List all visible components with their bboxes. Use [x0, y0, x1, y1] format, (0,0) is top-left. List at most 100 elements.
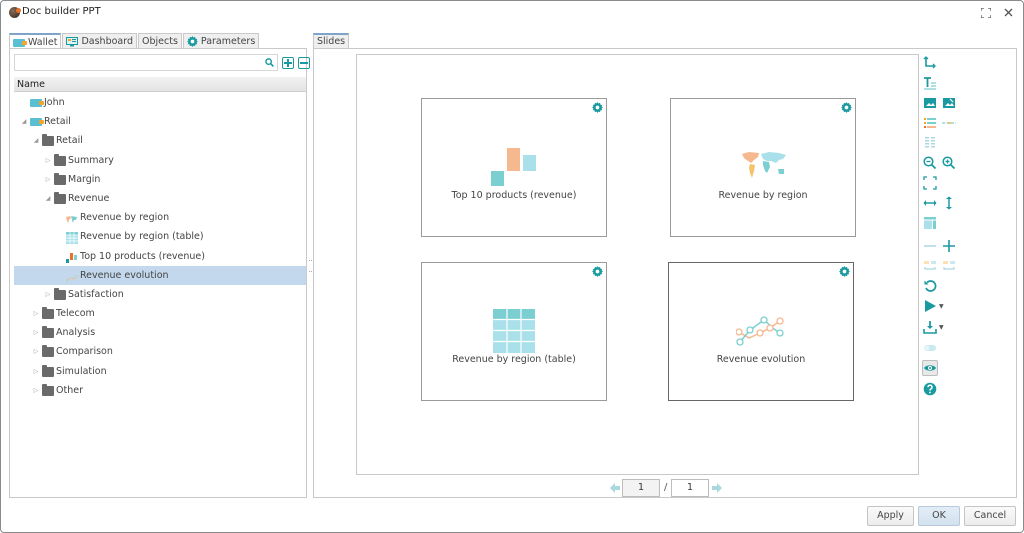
- slide-caption: Revenue by region (table): [452, 354, 576, 365]
- tree-column-header-name[interactable]: Name: [14, 77, 306, 92]
- ok-button[interactable]: OK: [918, 506, 960, 526]
- search-input[interactable]: [14, 54, 278, 71]
- tree-item-label: Analysis: [56, 327, 96, 339]
- swap-left-button[interactable]: [923, 259, 937, 273]
- title-bar: Doc builder PPT: [1, 1, 1023, 25]
- swap-right-button[interactable]: [942, 259, 956, 273]
- dashed-line-button[interactable]: [942, 116, 956, 130]
- expand-all-button[interactable]: [282, 57, 294, 69]
- download-dropdown-caret[interactable]: ▼: [939, 324, 944, 331]
- collapse-arrow-icon[interactable]: ◢: [44, 189, 52, 208]
- tree-item[interactable]: Top 10 products (revenue): [14, 247, 306, 266]
- tree-item-label: Retail: [44, 116, 71, 128]
- tree-item-label: Revenue by region: [80, 212, 170, 224]
- folder-icon: [42, 364, 54, 377]
- folder-icon: [42, 383, 54, 396]
- refresh-button[interactable]: [923, 279, 937, 293]
- collapse-arrow-icon[interactable]: ◢: [32, 131, 40, 150]
- tab-parameters[interactable]: Parameters: [182, 33, 260, 49]
- tree-item[interactable]: ◢ Retail: [14, 131, 306, 150]
- tree-item[interactable]: ▷ Other: [14, 381, 306, 400]
- zoom-in-icon: [942, 156, 956, 170]
- collapse-arrow-icon[interactable]: ◢: [20, 112, 28, 131]
- image-edit-button[interactable]: [942, 96, 956, 110]
- current-page-input[interactable]: 1: [622, 479, 660, 497]
- slide-card-revenue-evolution[interactable]: Revenue evolution: [668, 262, 854, 401]
- folder-icon: [54, 191, 66, 204]
- tab-objects[interactable]: Objects: [138, 33, 182, 49]
- tree-item-label: Revenue evolution: [80, 269, 169, 281]
- column-layout-icon: [925, 137, 935, 148]
- tab-slides[interactable]: Slides: [313, 33, 350, 49]
- maximize-button[interactable]: [979, 6, 993, 20]
- folder-icon: [42, 134, 54, 147]
- axes-button[interactable]: [923, 56, 937, 70]
- expand-arrow-icon[interactable]: ▷: [44, 151, 52, 170]
- add-button[interactable]: [942, 239, 956, 253]
- expand-arrow-icon[interactable]: ▷: [44, 285, 52, 304]
- tree-item[interactable]: ▷ Telecom: [14, 304, 306, 323]
- tree-item[interactable]: ◢ Revenue: [14, 189, 306, 208]
- tree-item-label: Summary: [68, 154, 114, 166]
- zoom-out-button[interactable]: [923, 156, 937, 170]
- preview-toggle-button[interactable]: [922, 360, 938, 376]
- fit-width-button[interactable]: [923, 196, 937, 210]
- slides-panel: Top 10 products (revenue) Revenue by reg…: [313, 48, 1017, 498]
- tree-item[interactable]: Revenue evolution: [14, 265, 306, 285]
- dashboard-icon: [66, 36, 79, 46]
- slide-settings-gear-icon[interactable]: [839, 266, 850, 277]
- close-button[interactable]: [1001, 6, 1015, 20]
- minus-icon: [924, 245, 936, 247]
- layout-button[interactable]: [923, 216, 937, 230]
- tree-item[interactable]: ▷ Summary: [14, 151, 306, 170]
- list-style-icon: [924, 118, 936, 128]
- bar-chart-icon: [66, 252, 78, 263]
- text-button[interactable]: [923, 76, 937, 90]
- expand-arrow-icon[interactable]: ▷: [32, 304, 40, 323]
- tree-item-label: Telecom: [56, 308, 95, 320]
- tree-item[interactable]: ▷ Analysis: [14, 323, 306, 342]
- slide-card-top-10-products[interactable]: Top 10 products (revenue): [421, 98, 607, 237]
- plus-icon: [943, 240, 955, 252]
- column-layout-button[interactable]: [923, 136, 937, 150]
- tab-dashboard[interactable]: Dashboard: [62, 33, 138, 49]
- map-australia: [778, 169, 784, 174]
- tree-item[interactable]: Revenue by region: [14, 208, 306, 227]
- search-icon[interactable]: [265, 58, 274, 67]
- cancel-button[interactable]: Cancel: [964, 506, 1016, 526]
- play-button[interactable]: [923, 299, 937, 313]
- expand-arrow-icon[interactable]: ▷: [32, 381, 40, 400]
- slide-card-revenue-by-region[interactable]: Revenue by region: [670, 98, 856, 237]
- tree-item[interactable]: ◢ Retail: [14, 112, 306, 131]
- toggle-button[interactable]: [923, 341, 937, 355]
- next-page-button[interactable]: [712, 483, 722, 493]
- tree-item[interactable]: ▷ Satisfaction: [14, 285, 306, 304]
- play-dropdown-caret[interactable]: ▼: [939, 303, 944, 310]
- image-button[interactable]: [923, 96, 937, 110]
- fit-height-button[interactable]: [942, 196, 956, 210]
- folder-icon: [54, 287, 66, 300]
- slide-settings-gear-icon[interactable]: [841, 102, 852, 113]
- expand-arrow-icon[interactable]: ▷: [32, 342, 40, 361]
- tree-item[interactable]: John: [14, 93, 306, 112]
- tree-item[interactable]: ▷ Simulation: [14, 362, 306, 381]
- previous-page-button[interactable]: [610, 483, 620, 493]
- remove-button[interactable]: [923, 239, 937, 253]
- slide-settings-gear-icon[interactable]: [592, 102, 603, 113]
- expand-arrow-icon[interactable]: ▷: [44, 170, 52, 189]
- slide-canvas: Top 10 products (revenue) Revenue by reg…: [356, 54, 919, 475]
- expand-arrow-icon[interactable]: ▷: [32, 323, 40, 342]
- slide-settings-gear-icon[interactable]: [592, 266, 603, 277]
- tree-item[interactable]: ▷ Margin: [14, 170, 306, 189]
- thumb-bar-lightblue: [523, 155, 536, 171]
- slide-card-revenue-by-region-table[interactable]: Revenue by region (table): [421, 262, 607, 401]
- help-button[interactable]: [923, 382, 937, 396]
- download-button[interactable]: [923, 320, 937, 334]
- zoom-in-button[interactable]: [942, 156, 956, 170]
- apply-button[interactable]: Apply: [867, 506, 914, 526]
- tree-item[interactable]: Revenue by region (table): [14, 227, 306, 246]
- fit-screen-button[interactable]: [923, 176, 937, 190]
- expand-arrow-icon[interactable]: ▷: [32, 362, 40, 381]
- list-style-button[interactable]: [923, 116, 937, 130]
- tree-item[interactable]: ▷ Comparison: [14, 342, 306, 361]
